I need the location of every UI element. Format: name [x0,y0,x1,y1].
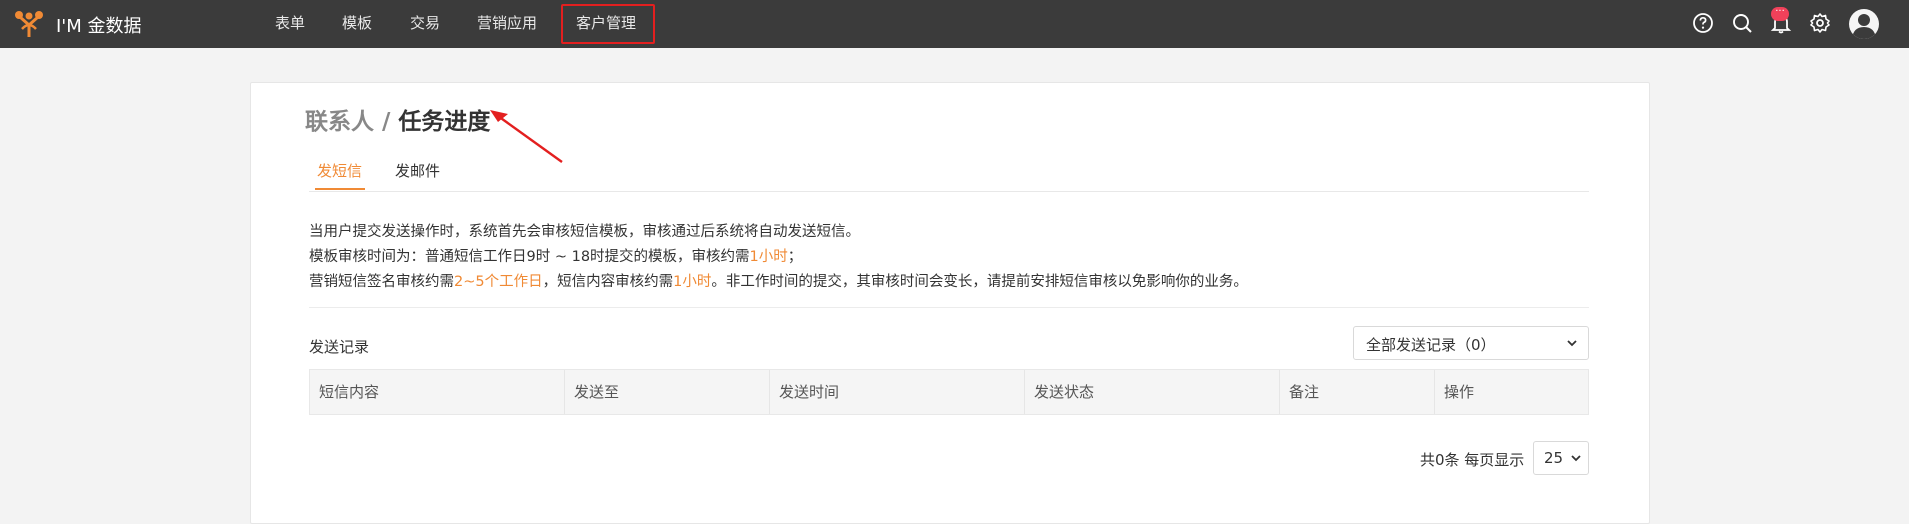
page-title: 联系人 / 任务进度 [305,102,490,136]
logo-icon[interactable] [14,9,44,39]
notice-text: ； [787,249,803,265]
pagination-summary: 共0条 每页显示 [1420,451,1525,469]
top-navigation-bar: I'M 金数据 表单 模板 交易 营销应用 客户管理 ··· [0,0,1909,48]
annotation-arrow-icon [490,110,563,163]
tab-send-email[interactable]: 发邮件 [395,160,440,181]
notice-line-3: 营销短信签名审核约需2~5个工作日，短信内容审核约需1小时。非工作时间的提交，其… [309,270,1248,291]
chevron-down-icon [1570,452,1582,464]
notice-text: 。非工作时间的提交，其审核时间会变长，请提前安排短信审核以免影响你的业务。 [711,274,1248,290]
records-heading: 发送记录 [309,338,370,356]
page-size-value: 25 [1544,449,1564,467]
notification-badge: ··· [1771,7,1789,21]
page-size-select[interactable]: 25 [1533,441,1589,475]
gear-icon[interactable] [1809,12,1831,34]
tabs-divider [309,191,1589,192]
brand-name[interactable]: I'M 金数据 [56,12,142,38]
column-header[interactable]: 备注 [1280,370,1435,414]
breadcrumb-current: 任务进度 [398,109,491,135]
record-filter-value: 全部发送记录（0） [1366,336,1496,354]
column-header[interactable]: 发送时间 [770,370,1025,414]
tab-send-sms[interactable]: 发短信 [317,160,362,181]
column-header[interactable]: 操作 [1435,370,1588,414]
avatar[interactable] [1849,9,1879,39]
notice-highlight: 2~5个工作日 [454,274,543,290]
notice-text: 营销短信签名审核约需 [309,274,454,290]
chevron-down-icon [1567,340,1577,347]
column-header[interactable]: 发送至 [565,370,770,414]
notice-text: ，短信内容审核约需 [542,274,674,290]
section-divider [309,307,1589,308]
record-filter-select[interactable]: 全部发送记录（0） [1353,326,1589,360]
breadcrumb-separator: / [374,109,399,135]
active-tab-indicator [315,188,365,190]
highlight-box [561,4,655,44]
help-icon[interactable] [1692,12,1714,34]
nav-item-transactions[interactable]: 交易 [410,12,440,33]
nav-item-templates[interactable]: 模板 [342,12,372,33]
notice-highlight: 1小时 [673,274,712,290]
notice-line-1: 当用户提交发送操作时，系统首先会审核短信模板，审核通过后系统将自动发送短信。 [309,224,860,240]
notice-highlight: 1小时 [749,249,788,265]
user-avatar-icon [1852,14,1876,39]
records-table-header: 短信内容 发送至 发送时间 发送状态 备注 操作 [309,369,1589,415]
breadcrumb-contacts[interactable]: 联系人 [305,109,374,135]
nav-item-marketing[interactable]: 营销应用 [477,12,537,33]
notice-text: 模板审核时间为：普通短信工作日9时 ~ 18时提交的模板，审核约需 [309,249,750,265]
column-header[interactable]: 短信内容 [310,370,565,414]
column-header[interactable]: 发送状态 [1025,370,1280,414]
notice-line-2: 模板审核时间为：普通短信工作日9时 ~ 18时提交的模板，审核约需1小时； [309,245,802,266]
search-icon[interactable] [1731,12,1753,34]
nav-item-forms[interactable]: 表单 [275,12,305,33]
